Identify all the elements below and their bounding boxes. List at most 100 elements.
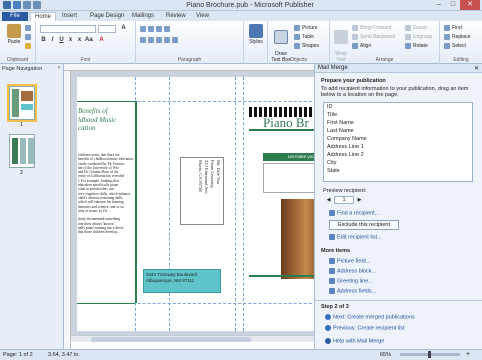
zoom-slider[interactable] [400, 351, 460, 358]
rotate-button[interactable]: Rotate [405, 43, 428, 49]
list-item[interactable]: ID [324, 103, 472, 111]
page-number-2: 2 [20, 170, 24, 176]
send-backward-button[interactable]: Send Backward [352, 34, 395, 40]
superscript-icon[interactable]: x [76, 37, 83, 44]
format-painter-icon[interactable] [25, 43, 31, 49]
tagline-box[interactable] [263, 163, 314, 193]
brochure-title[interactable]: Piano Br [263, 115, 309, 131]
help-link[interactable]: Help with Mail Merge [325, 338, 384, 344]
list-item[interactable]: First Name [324, 119, 472, 127]
address-fields-icon [329, 288, 335, 294]
list-item[interactable]: City [324, 159, 472, 167]
cover-photo[interactable] [281, 199, 314, 279]
previous-step-link[interactable]: Previous: Create recipient list [325, 325, 405, 331]
recipient-address-box[interactable]: Mr. Dale Van Piano Learning 313 Elmwood … [180, 157, 224, 225]
document-canvas[interactable]: Benefits of ldhood Music cation evidence… [71, 71, 314, 335]
edit-recipient-list-link[interactable]: Edit recipient list... [329, 234, 382, 240]
close-pane-icon[interactable]: ‹ [58, 65, 60, 71]
font-color-icon[interactable]: A [98, 37, 105, 44]
tab-review[interactable]: Review [162, 12, 190, 21]
arrow-right-icon [325, 314, 331, 320]
picture-field-link[interactable]: Picture field... [329, 258, 370, 264]
address-block-link[interactable]: Address block... [329, 268, 376, 274]
banner-text[interactable]: Let make you... [263, 153, 314, 161]
list-item[interactable]: Company Name [324, 135, 472, 143]
previous-recipient-icon[interactable]: ◀ [325, 197, 332, 204]
page-thumbnail-1[interactable] [7, 84, 37, 122]
paste-button[interactable]: Paste [4, 24, 24, 45]
find-recipient-link[interactable]: Find a recipient... [329, 210, 379, 216]
minimize-icon[interactable]: – [432, 0, 446, 10]
page-indicator[interactable]: Page: 1 of 2 [3, 352, 33, 358]
panel-border [135, 101, 137, 303]
cut-icon[interactable] [25, 25, 31, 31]
italic-icon[interactable]: I [49, 37, 56, 44]
ungroup-button[interactable]: Ungroup [405, 34, 432, 40]
next-step-link[interactable]: Next: Create merged publications [325, 314, 415, 320]
panel-border [77, 303, 135, 304]
align-button[interactable]: Align [352, 43, 371, 49]
picture-button[interactable]: Picture [294, 25, 318, 31]
list-item[interactable]: Address Line 2 [324, 151, 472, 159]
wrap-text-icon [334, 30, 348, 44]
font-name-field[interactable] [40, 25, 96, 33]
next-recipient-icon[interactable]: ▶ [356, 197, 363, 204]
panel-border [77, 101, 135, 102]
return-address-box[interactable]: 3444 Tramway Boulevard Albuquerque, NM 8… [143, 269, 221, 293]
underline-icon[interactable]: U [58, 37, 65, 44]
tab-mailings[interactable]: Mailings [128, 12, 158, 21]
vertical-ruler[interactable] [64, 71, 71, 349]
zoom-slider-handle[interactable] [428, 351, 431, 358]
tab-file[interactable]: File [2, 12, 28, 21]
maximize-icon[interactable]: □ [446, 0, 460, 10]
tab-home[interactable]: Home [30, 12, 57, 21]
list-item[interactable]: Title [324, 111, 472, 119]
shapes-button[interactable]: Shapes [294, 43, 319, 49]
tab-view[interactable]: View [192, 12, 213, 21]
list-item[interactable]: State [324, 167, 472, 175]
subscript-icon[interactable]: x [67, 37, 74, 44]
list-item[interactable]: Address Line 1 [324, 143, 472, 151]
font-size-field[interactable] [98, 25, 116, 33]
list-item[interactable]: Last Name [324, 127, 472, 135]
horizontal-ruler[interactable] [64, 64, 314, 71]
preview-recipient-field[interactable]: 1 [334, 196, 354, 204]
address-fields-link[interactable]: Address fields... [329, 288, 376, 294]
undo-icon[interactable] [23, 1, 31, 9]
grow-font-icon[interactable]: A [120, 25, 127, 32]
article-heading[interactable]: Benefits of ldhood Music cation [78, 107, 134, 133]
select-button[interactable]: Select [444, 43, 466, 49]
page-thumbnail-2[interactable] [9, 134, 35, 168]
picture-icon [294, 25, 300, 31]
bullets-icon[interactable] [140, 26, 170, 32]
zoom-in-icon[interactable]: + [466, 351, 470, 358]
zoom-level[interactable]: 65% [380, 352, 391, 358]
bold-icon[interactable]: B [40, 37, 47, 44]
article-body[interactable]: evidence exists that there are benefits … [78, 153, 134, 297]
merge-field-list[interactable]: ID Title First Name Last Name Company Na… [323, 102, 473, 182]
page-number-1: 1 [20, 122, 24, 128]
greeting-line-link[interactable]: Greeting line... [329, 278, 373, 284]
bring-forward-button[interactable]: Bring Forward [352, 25, 391, 31]
scrollbar-thumb[interactable] [91, 337, 251, 342]
replace-button[interactable]: Replace [444, 34, 470, 40]
save-icon[interactable] [13, 1, 21, 9]
copy-icon[interactable] [25, 34, 31, 40]
close-icon[interactable]: ✕ [460, 0, 480, 10]
redo-icon[interactable] [33, 1, 41, 9]
tab-insert[interactable]: Insert [58, 12, 81, 21]
arrow-left-icon [325, 325, 331, 331]
publication-page[interactable]: Benefits of ldhood Music cation evidence… [77, 77, 314, 331]
cursor-position: 3.64, 3.47 in. [48, 352, 80, 358]
align-left-icon[interactable] [140, 37, 178, 43]
styles-button[interactable]: Styles [247, 24, 265, 45]
table-button[interactable]: Table [294, 34, 314, 40]
horizontal-scrollbar[interactable] [71, 335, 314, 342]
exclude-recipient-button[interactable]: Exclude this recipient [329, 220, 399, 230]
table-icon [294, 34, 300, 40]
change-case-icon[interactable]: Aa [85, 37, 93, 44]
tab-page-design[interactable]: Page Design [86, 12, 128, 21]
close-pane-icon[interactable]: ✕ [474, 65, 479, 72]
group-button[interactable]: Group [405, 25, 427, 31]
find-button[interactable]: Find [444, 25, 462, 31]
